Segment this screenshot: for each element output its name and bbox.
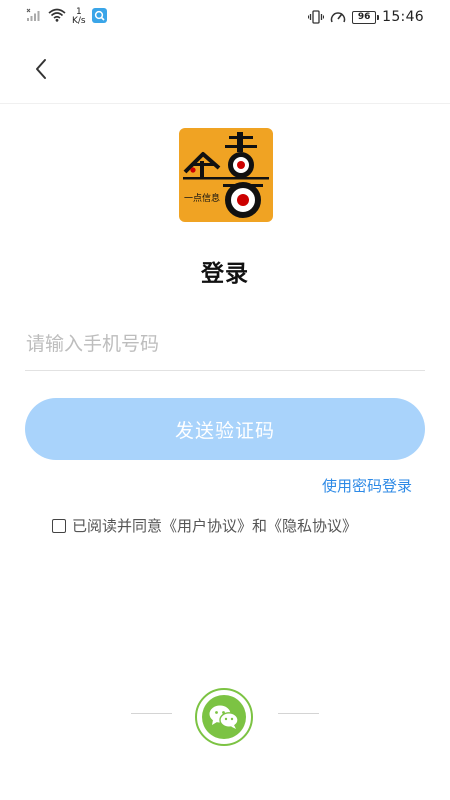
wechat-badge: [202, 695, 246, 739]
input-underline: [25, 370, 425, 371]
send-code-button[interactable]: 发送验证码: [25, 398, 425, 460]
phone-number-input[interactable]: [25, 320, 425, 368]
divider-line-left: [131, 713, 172, 714]
battery-icon: 96: [352, 10, 380, 24]
vibrate-icon: [308, 10, 325, 24]
back-button[interactable]: [26, 54, 56, 84]
agreement-checkbox[interactable]: [52, 518, 66, 533]
speedometer-icon: [330, 12, 346, 23]
page-title: 登录: [201, 261, 249, 287]
divider-line-right: [278, 713, 319, 714]
clock: 15:46: [382, 9, 424, 25]
network-speed-unit: K/s: [72, 16, 86, 26]
agreement-text: 已阅读并同意《用户协议》和《隐私协议》: [72, 517, 358, 535]
wechat-icon: [209, 705, 239, 729]
search-app-icon: [91, 8, 107, 23]
status-right: 96 15:46: [308, 9, 424, 25]
logo-text: 一点信息: [184, 192, 220, 204]
nav-divider: [0, 103, 450, 104]
wifi-icon: [48, 8, 66, 22]
status-left: 1 K/s: [26, 8, 107, 26]
cellular-signal-icon: [26, 8, 40, 21]
network-speed: 1 K/s: [72, 8, 86, 26]
agreement-row[interactable]: 已阅读并同意《用户协议》和《隐私协议》: [52, 515, 357, 536]
app-logo: 一点信息: [179, 128, 273, 222]
status-bar: 1 K/s 96 15:46: [0, 0, 450, 34]
logo-graphic: 一点信息: [183, 132, 269, 218]
wechat-login-button[interactable]: [195, 688, 253, 746]
password-login-link[interactable]: 使用密码登录: [322, 475, 412, 496]
chevron-left-icon: [36, 59, 46, 79]
